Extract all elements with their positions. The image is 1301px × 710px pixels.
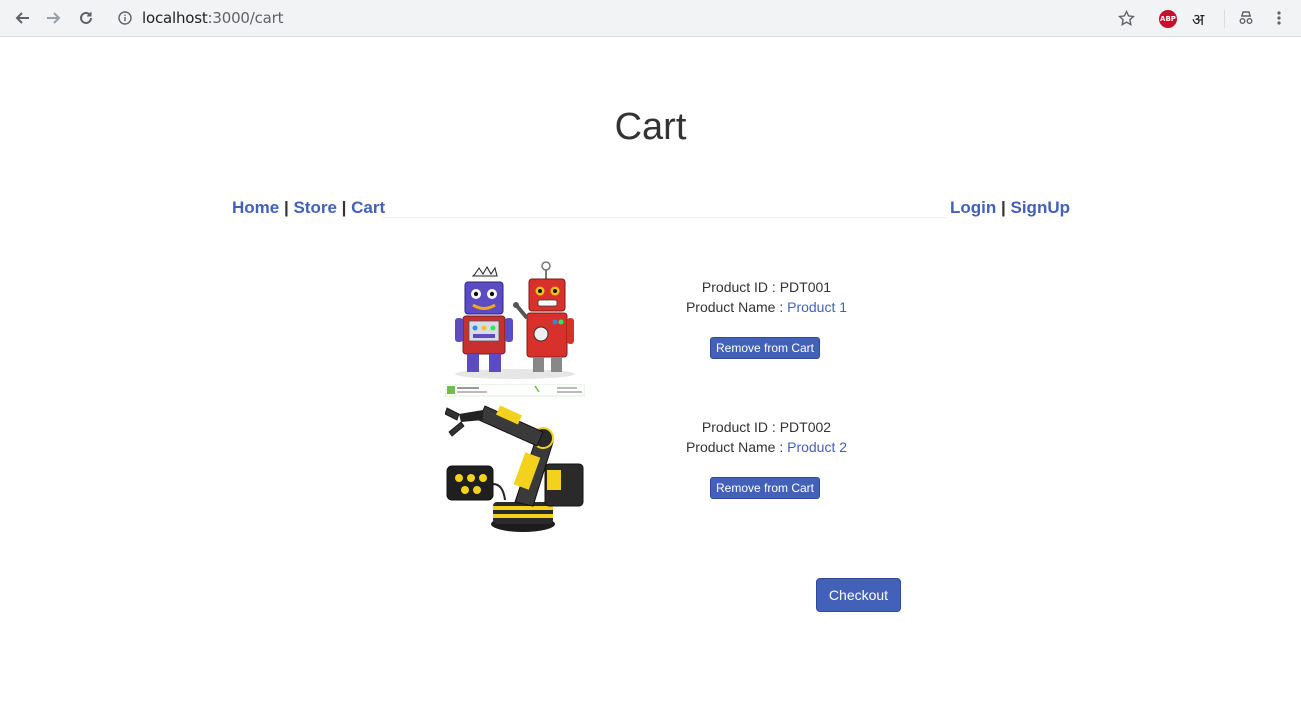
product-id-label: Product ID : [701, 419, 780, 435]
url-host: localhost [142, 9, 208, 27]
nav-signup-link[interactable]: SignUp [1011, 198, 1071, 217]
nav-store-link[interactable]: Store [293, 198, 336, 217]
product-info-2: Product ID : PDT002 Product Name : Produ… [640, 417, 893, 457]
nav-cart-link[interactable]: Cart [351, 198, 385, 217]
product-name-label: Product Name : [685, 439, 788, 455]
product-name-line: Product Name : Product 2 [640, 437, 893, 457]
page-title: Cart [614, 106, 687, 148]
product-id-line: Product ID : PDT001 [640, 277, 893, 297]
nav-separator: | [336, 198, 352, 217]
incognito-profile-icon[interactable] [1238, 10, 1254, 31]
remove-from-cart-button[interactable]: Remove from Cart [710, 337, 820, 359]
nav-right-links: Login | SignUp [950, 198, 1070, 218]
navbar-divider [383, 217, 946, 218]
product-name-link[interactable]: Product 2 [787, 439, 847, 455]
info-icon[interactable] [118, 11, 132, 25]
url-path: :3000/cart [207, 9, 284, 27]
product-name-line: Product Name : Product 1 [640, 297, 893, 317]
product-image-robots [445, 258, 585, 380]
nav-separator: | [279, 198, 294, 217]
adblock-extension-icon[interactable]: ABP [1159, 10, 1177, 28]
product-name-label: Product Name : [685, 299, 788, 315]
menu-kebab-icon[interactable] [1274, 10, 1284, 31]
checkout-button[interactable]: Checkout [816, 578, 901, 612]
product-id-value: PDT002 [779, 419, 832, 435]
nav-login-link[interactable]: Login [950, 198, 996, 217]
forward-arrow-icon[interactable] [44, 8, 64, 28]
remove-from-cart-button[interactable]: Remove from Cart [710, 477, 820, 499]
nav-separator: | [996, 198, 1011, 217]
browser-toolbar: localhost:3000/cart ABP अ [0, 0, 1301, 37]
nav-home-link[interactable]: Home [232, 198, 279, 217]
product-name-link[interactable]: Product 1 [787, 299, 847, 315]
product-image-robotic-arm [444, 383, 586, 538]
toolbar-separator [1224, 10, 1225, 28]
hindi-input-extension-icon[interactable]: अ [1192, 8, 1204, 30]
product-id-label: Product ID : [701, 279, 780, 295]
back-arrow-icon[interactable] [12, 8, 32, 28]
site-navbar: Home | Store | Cart Login | SignUp [232, 198, 1070, 218]
reload-icon[interactable] [76, 8, 96, 28]
product-info-1: Product ID : PDT001 Product Name : Produ… [640, 277, 893, 317]
product-id-value: PDT001 [779, 279, 832, 295]
bookmark-star-icon[interactable] [1118, 9, 1135, 32]
nav-left-links: Home | Store | Cart [232, 198, 385, 218]
product-id-line: Product ID : PDT002 [640, 417, 893, 437]
address-bar[interactable]: localhost:3000/cart [142, 9, 284, 27]
